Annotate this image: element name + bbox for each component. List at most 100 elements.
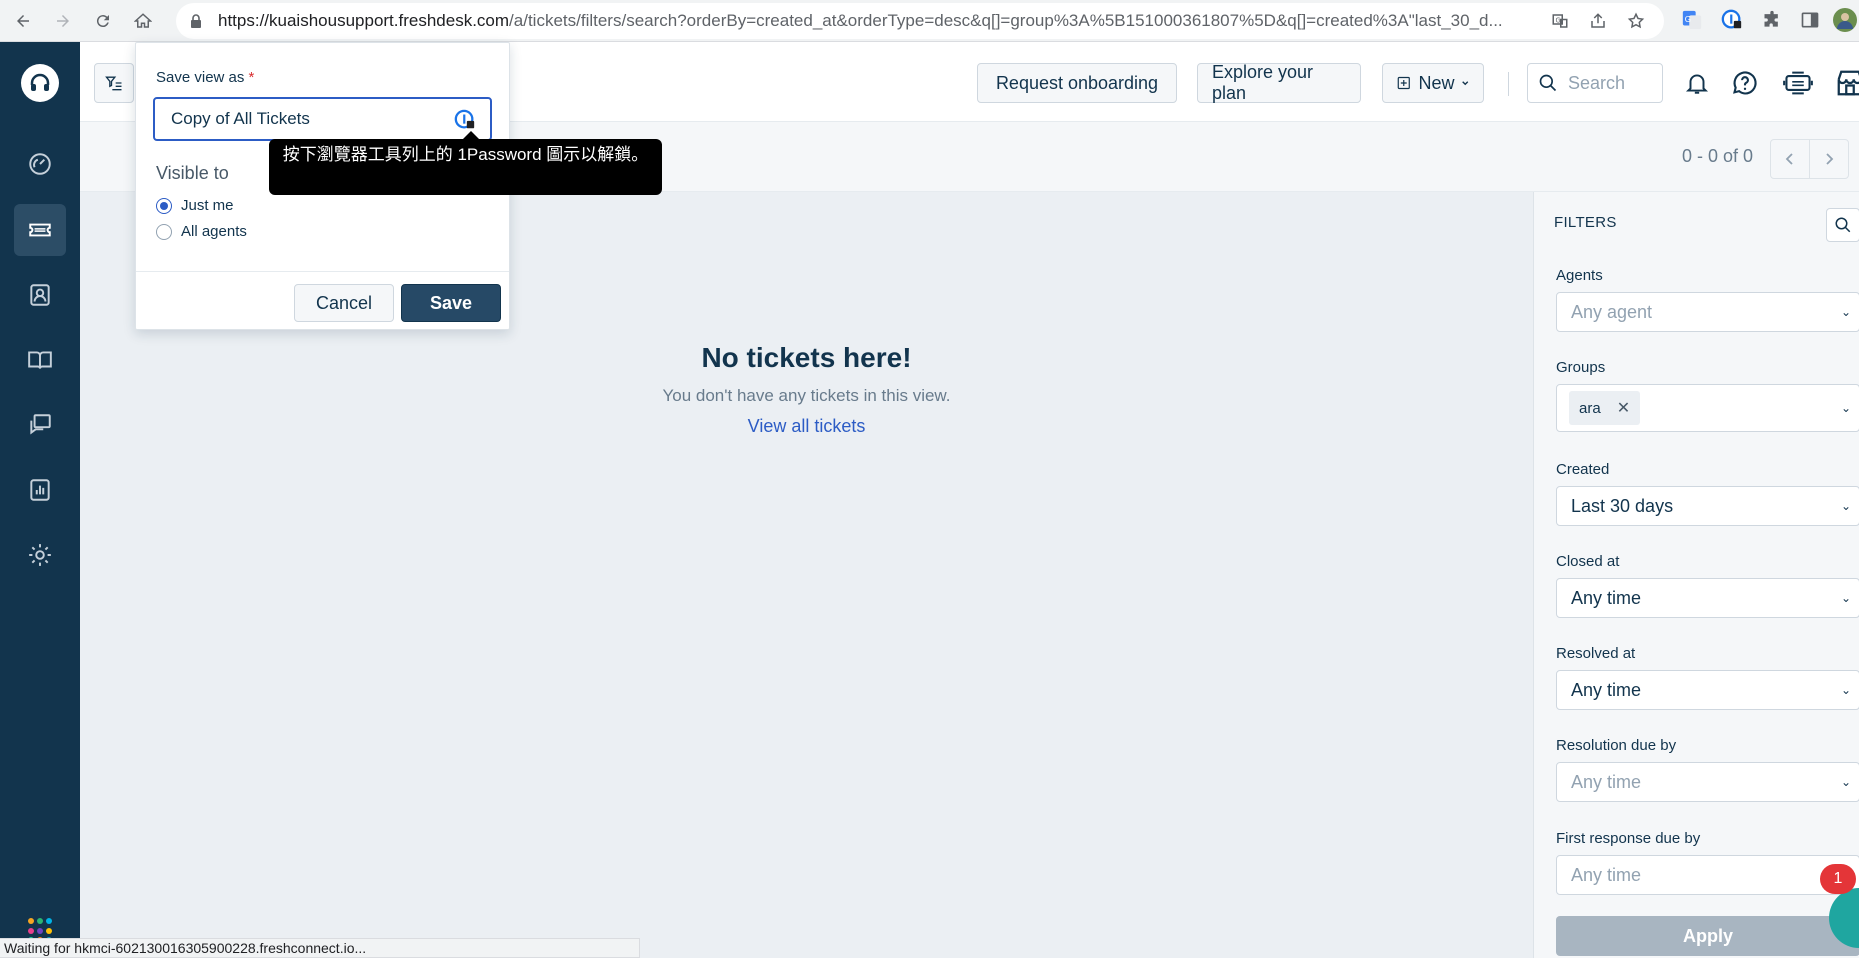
previous-page-button[interactable]	[1770, 139, 1810, 179]
view-all-tickets-link[interactable]: View all tickets	[580, 416, 1033, 437]
groups-select[interactable]: ara ✕ ⌄	[1556, 384, 1859, 432]
share-icon[interactable]	[1586, 9, 1610, 33]
bookmark-star-icon[interactable]	[1624, 9, 1648, 33]
url-domain: https://kuaishousupport.freshdesk.com	[218, 11, 510, 30]
sidebar-contacts-icon[interactable]	[14, 269, 66, 321]
explore-plan-button[interactable]: Explore your plan	[1197, 62, 1361, 103]
chevron-down-icon: ⌄	[1840, 401, 1851, 415]
resolved-at-select[interactable]: Any time ⌄	[1556, 670, 1859, 710]
sidebar-admin-settings-icon[interactable]	[14, 529, 66, 581]
created-label: Created	[1556, 461, 1610, 478]
remove-chip-icon[interactable]: ✕	[1617, 398, 1630, 418]
lock-icon	[190, 14, 204, 28]
chevron-down-icon: ⌄	[1840, 591, 1851, 605]
save-view-label-text: Save view as	[156, 69, 245, 86]
search-icon	[1539, 74, 1557, 92]
side-panel-icon[interactable]	[1794, 4, 1826, 36]
visible-to-label: Visible to	[156, 163, 229, 183]
forward-icon[interactable]	[46, 4, 80, 38]
reload-icon[interactable]	[86, 4, 120, 38]
plus-square-icon	[1397, 76, 1410, 90]
radio-selected	[156, 197, 172, 214]
sidebar-reports-icon[interactable]	[14, 464, 66, 516]
required-mark: *	[248, 69, 255, 86]
help-icon[interactable]	[1728, 66, 1762, 100]
extensions-puzzle-icon[interactable]	[1756, 4, 1788, 36]
global-search-input[interactable]: Search	[1527, 63, 1663, 103]
next-page-button[interactable]	[1809, 139, 1849, 179]
sidebar-forums-icon[interactable]	[14, 399, 66, 451]
new-button-label: New	[1418, 72, 1455, 93]
group-chip-label: ara	[1579, 399, 1601, 417]
1password-field-icon[interactable]	[454, 109, 476, 131]
resolution-due-placeholder: Any time	[1571, 771, 1642, 792]
1password-extension-icon[interactable]	[1716, 4, 1748, 36]
sidebar-knowledge-base-icon[interactable]	[14, 334, 66, 386]
closed-at-select[interactable]: Any time ⌄	[1556, 578, 1859, 618]
home-icon[interactable]	[126, 4, 160, 38]
view-name-input[interactable]: Copy of All Tickets	[153, 97, 492, 141]
empty-state-subtitle: You don't have any tickets in this view.	[662, 386, 951, 405]
save-view-label: Save view as *	[156, 69, 254, 86]
browser-status-bar: Waiting for hkmci-602130016305900228.fre…	[0, 938, 640, 958]
sidebar-tickets-icon[interactable]	[14, 204, 66, 256]
chevron-down-icon: ⌄	[1840, 775, 1851, 789]
search-icon	[1835, 217, 1851, 233]
agents-select[interactable]: Any agent ⌄	[1556, 292, 1859, 332]
first-response-due-placeholder: Any time	[1571, 864, 1642, 885]
group-chip: ara ✕	[1569, 391, 1641, 425]
url-path: /a/tickets/filters/search?orderBy=create…	[509, 11, 1503, 30]
visibility-all-agents-radio[interactable]: All agents	[156, 223, 247, 240]
filters-search-button[interactable]	[1826, 208, 1859, 242]
chevron-down-icon: ⌄	[1840, 683, 1851, 697]
resolved-at-label: Resolved at	[1556, 645, 1636, 662]
svg-text:G: G	[1556, 17, 1561, 25]
pagination-count: 0 - 0 of 0	[1682, 146, 1754, 166]
chevron-down-icon	[1461, 81, 1468, 86]
cancel-button[interactable]: Cancel	[294, 284, 394, 322]
radio-unselected	[156, 223, 172, 240]
filters-title: FILTERS	[1554, 214, 1617, 231]
svg-text:G: G	[1685, 14, 1691, 24]
apply-filters-button[interactable]: Apply	[1556, 916, 1859, 956]
header-divider	[1508, 72, 1509, 96]
empty-state-title: No tickets here!	[701, 342, 912, 373]
back-icon[interactable]	[6, 4, 40, 38]
freshdesk-logo-icon[interactable]	[21, 64, 59, 102]
closed-at-label: Closed at	[1556, 553, 1620, 570]
1password-unlock-tooltip: 按下瀏覽器工具列上的 1Password 圖示以解鎖。	[269, 131, 662, 195]
first-response-due-select[interactable]: Any time	[1556, 855, 1859, 895]
resolution-due-select[interactable]: Any time ⌄	[1556, 762, 1859, 802]
chevron-left-icon	[1785, 153, 1793, 165]
chevron-down-icon: ⌄	[1840, 499, 1851, 513]
filters-panel: FILTERS Agents Any agent ⌄ Groups ara ✕ …	[1533, 192, 1859, 958]
browser-toolbar: https://kuaishousupport.freshdesk.com/a/…	[0, 0, 1859, 42]
notifications-bell-icon[interactable]	[1680, 66, 1714, 100]
chevron-right-icon	[1826, 153, 1834, 165]
search-placeholder: Search	[1568, 72, 1626, 93]
marketplace-store-icon[interactable]	[1833, 66, 1859, 100]
new-dropdown-button[interactable]: New	[1382, 63, 1484, 103]
closed-at-value: Any time	[1571, 587, 1642, 608]
just-me-label: Just me	[181, 197, 234, 214]
all-agents-label: All agents	[181, 223, 247, 240]
popover-footer: Cancel Save	[136, 271, 509, 329]
view-list-toggle-icon[interactable]	[94, 63, 134, 103]
address-bar[interactable]: https://kuaishousupport.freshdesk.com/a/…	[176, 3, 1664, 39]
profile-avatar-icon[interactable]	[1829, 4, 1859, 36]
resolution-due-label: Resolution due by	[1556, 737, 1677, 754]
translate-icon[interactable]: G	[1548, 9, 1572, 33]
freddy-assistant-icon[interactable]	[1781, 66, 1815, 100]
created-value: Last 30 days	[1571, 495, 1674, 516]
request-onboarding-button[interactable]: Request onboarding	[977, 63, 1177, 103]
created-select[interactable]: Last 30 days ⌄	[1556, 486, 1859, 526]
visibility-just-me-radio[interactable]: Just me	[156, 197, 234, 214]
google-translate-extension-icon[interactable]: G	[1676, 4, 1708, 36]
save-button[interactable]: Save	[401, 284, 501, 322]
first-response-due-label: First response due by	[1556, 830, 1701, 847]
sidebar-dashboard-icon[interactable]	[14, 138, 66, 190]
agents-label: Agents	[1556, 267, 1603, 284]
chat-notification-badge: 1	[1820, 864, 1856, 894]
resolved-at-value: Any time	[1571, 679, 1642, 700]
agents-placeholder: Any agent	[1571, 301, 1653, 322]
